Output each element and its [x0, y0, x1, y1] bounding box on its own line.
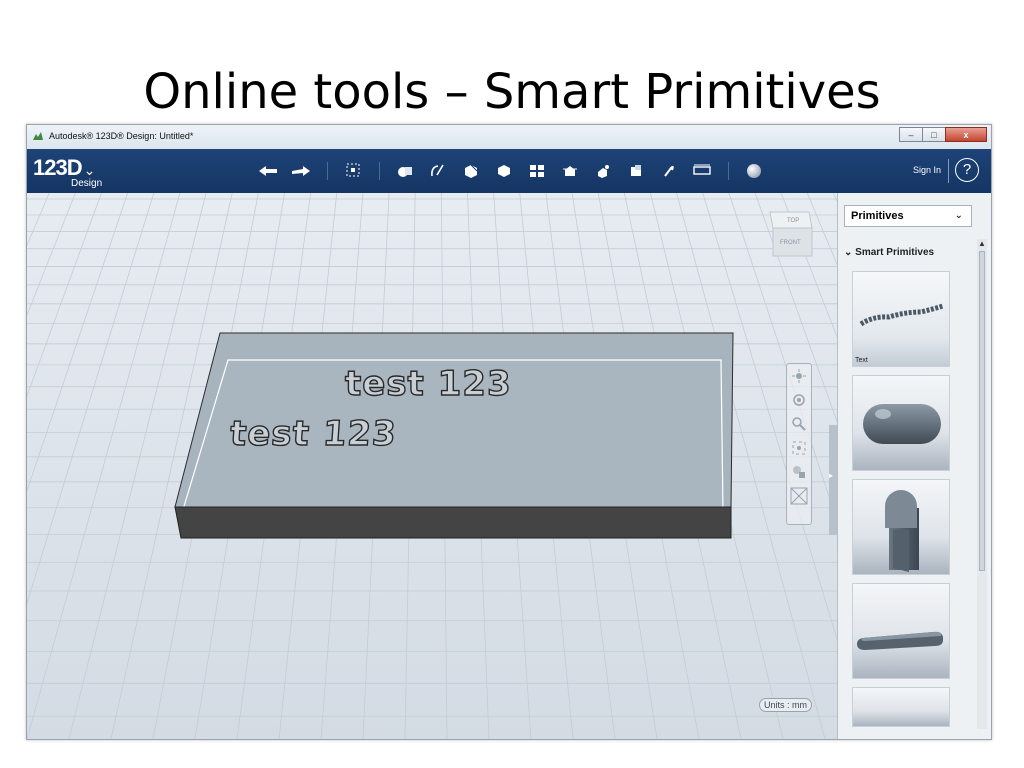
window-controls: – □ x — [899, 127, 987, 143]
pattern-icon[interactable] — [526, 161, 548, 181]
measure-icon[interactable] — [658, 161, 680, 181]
window-title: Autodesk® 123D® Design: Untitled* — [49, 131, 194, 141]
sketch-icon[interactable] — [427, 161, 449, 181]
app-menu-logo[interactable]: 123D ⌄ Design — [33, 155, 102, 189]
view-cube[interactable]: TOP FRONT — [767, 208, 817, 266]
view-cube-top-label[interactable]: TOP — [787, 218, 799, 224]
orbit-icon[interactable] — [787, 388, 811, 412]
construct-icon[interactable] — [460, 161, 482, 181]
logo-subtitle: Design — [71, 178, 103, 189]
scene-canvas[interactable]: test 123 test 123 — [27, 193, 837, 739]
modify-icon[interactable] — [493, 161, 515, 181]
primitive-list: Text — [852, 271, 952, 735]
undo-icon[interactable] — [257, 161, 279, 181]
primitive-item-slot[interactable] — [852, 583, 950, 679]
logo-text: 123D — [33, 155, 83, 180]
app-window: Autodesk® 123D® Design: Untitled* – □ x … — [26, 124, 992, 740]
3d-text-front[interactable]: test 123 — [228, 413, 399, 454]
snap-icon[interactable] — [592, 161, 614, 181]
primitives-dropdown[interactable]: Primitives ⌄ — [844, 205, 972, 227]
units-indicator[interactable]: Units : mm — [759, 698, 813, 712]
grouping-icon[interactable] — [559, 161, 581, 181]
chevron-down-icon: ⌄ — [954, 210, 963, 221]
rounded-bracket-primitive-icon — [885, 490, 919, 572]
help-button[interactable]: ? — [955, 158, 979, 182]
primitive-label: Text — [855, 357, 868, 364]
minimize-button[interactable]: – — [899, 127, 923, 142]
slide-title: Online tools – Smart Primitives — [143, 64, 881, 120]
capsule-primitive-icon — [863, 404, 941, 444]
navigation-bar — [786, 363, 812, 525]
app-icon — [33, 132, 43, 140]
3d-viewport[interactable]: test 123 test 123 TOP FRONT Units: mm — [27, 193, 837, 739]
view-cube-front-label[interactable]: FRONT — [780, 240, 801, 246]
primitive-item-bracket[interactable] — [852, 479, 950, 575]
title-bar: Autodesk® 123D® Design: Untitled* – □ x — [27, 125, 991, 150]
view-mode-icon[interactable] — [787, 460, 811, 484]
panel-scrollbar[interactable]: ▲ — [977, 239, 987, 729]
combine-icon[interactable] — [625, 161, 647, 181]
toolbar-divider — [948, 159, 949, 183]
material-icon[interactable] — [691, 161, 713, 181]
chevron-down-icon: ⌄ — [83, 162, 96, 178]
slot-primitive-icon — [857, 631, 943, 650]
text-primitive-icon — [859, 303, 944, 327]
primitives-icon[interactable] — [394, 161, 416, 181]
3d-text-back[interactable]: test 123 — [344, 363, 512, 404]
hide-show-icon[interactable] — [787, 484, 811, 508]
tool-strip — [257, 161, 776, 181]
fit-view-icon[interactable] — [787, 436, 811, 460]
panel-collapse-tab[interactable]: ▸ — [829, 425, 837, 535]
scrollbar-thumb[interactable] — [979, 251, 985, 571]
primitives-panel: Primitives ⌄ ⌄ Smart Primitives Text ▲ — [837, 193, 991, 739]
redo-icon[interactable] — [290, 161, 312, 181]
toolbar-divider — [379, 162, 380, 180]
chevron-down-icon: ⌄ — [844, 247, 853, 258]
primitive-item-text[interactable]: Text — [852, 271, 950, 367]
sign-in-link[interactable]: Sign In — [913, 165, 941, 175]
section-header-smart-primitives[interactable]: ⌄ Smart Primitives — [844, 247, 934, 258]
section-title: Smart Primitives — [855, 247, 935, 258]
maximize-button[interactable]: □ — [922, 127, 946, 142]
render-sphere-icon[interactable] — [743, 161, 765, 181]
scroll-up-icon[interactable]: ▲ — [978, 239, 986, 248]
primitive-item-more[interactable] — [852, 687, 950, 727]
pan-icon[interactable] — [787, 364, 811, 388]
primitive-item-capsule[interactable] — [852, 375, 950, 471]
chevron-right-icon: ▸ — [829, 471, 834, 480]
transform-icon[interactable] — [342, 161, 364, 181]
toolbar-divider — [327, 162, 328, 180]
toolbar-divider — [728, 162, 729, 180]
main-toolbar: 123D ⌄ Design Sign In ? — [27, 149, 991, 193]
close-button[interactable]: x — [945, 127, 987, 142]
dropdown-value: Primitives — [851, 210, 904, 222]
zoom-icon[interactable] — [787, 412, 811, 436]
